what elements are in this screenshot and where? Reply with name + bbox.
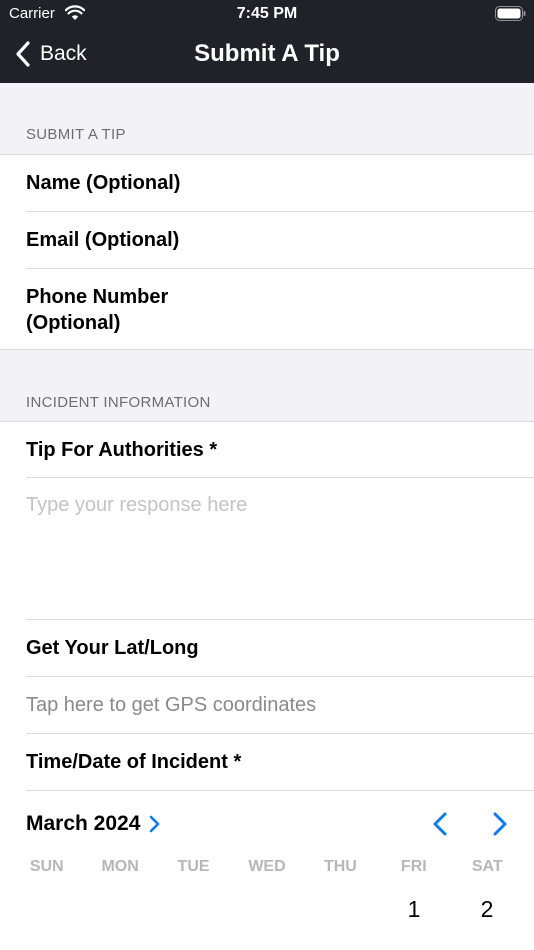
name-field[interactable]: Name (Optional) [26,155,534,212]
weekday-label: TUE [177,858,210,875]
chevron-right-icon [150,815,160,833]
phone-number-field[interactable]: Phone Number (Optional) [26,269,534,350]
navigation-bar: Carrier 7:45 PM Back Submit A Tip [0,0,534,83]
tip-response-textarea[interactable]: Type your response here [26,478,534,620]
previous-month-button[interactable] [428,811,454,837]
weekday-label: THU [323,858,357,875]
battery-icon [495,6,526,21]
next-month-button[interactable] [486,811,512,837]
weekday-label: SAT [471,858,503,875]
tip-label: Tip For Authorities * [26,438,218,461]
section-header-submit-tip: SUBMIT A TIP [26,126,126,143]
latlong-label: Get Your Lat/Long [26,636,199,659]
calendar-month-label: March 2024 [26,812,141,835]
page-title: Submit A Tip [194,40,340,67]
divider [0,349,534,350]
weekday-label: SUN [29,858,64,875]
datetime-label: Time/Date of Incident * [26,750,242,773]
calendar-weekday-header: SUN MON TUE WED THU FRI SAT [10,858,524,876]
calendar-month-picker[interactable]: March 2024 [26,812,160,836]
gps-coordinates-button[interactable]: Tap here to get GPS coordinates [26,677,534,733]
email-field[interactable]: Email (Optional) [26,212,534,268]
divider [26,790,534,791]
contact-fields-group: Name (Optional) Email (Optional) Phone N… [0,154,534,350]
status-bar: Carrier 7:45 PM [0,0,534,28]
weekday-label: FRI [400,858,427,875]
weekday-label: MON [101,858,139,875]
status-time: 7:45 PM [236,5,298,22]
calendar-day[interactable]: 1 [394,896,434,923]
calendar-day[interactable]: 2 [467,896,507,923]
weekday-label: WED [248,858,286,875]
section-header-incident-information: INCIDENT INFORMATION [26,394,211,411]
